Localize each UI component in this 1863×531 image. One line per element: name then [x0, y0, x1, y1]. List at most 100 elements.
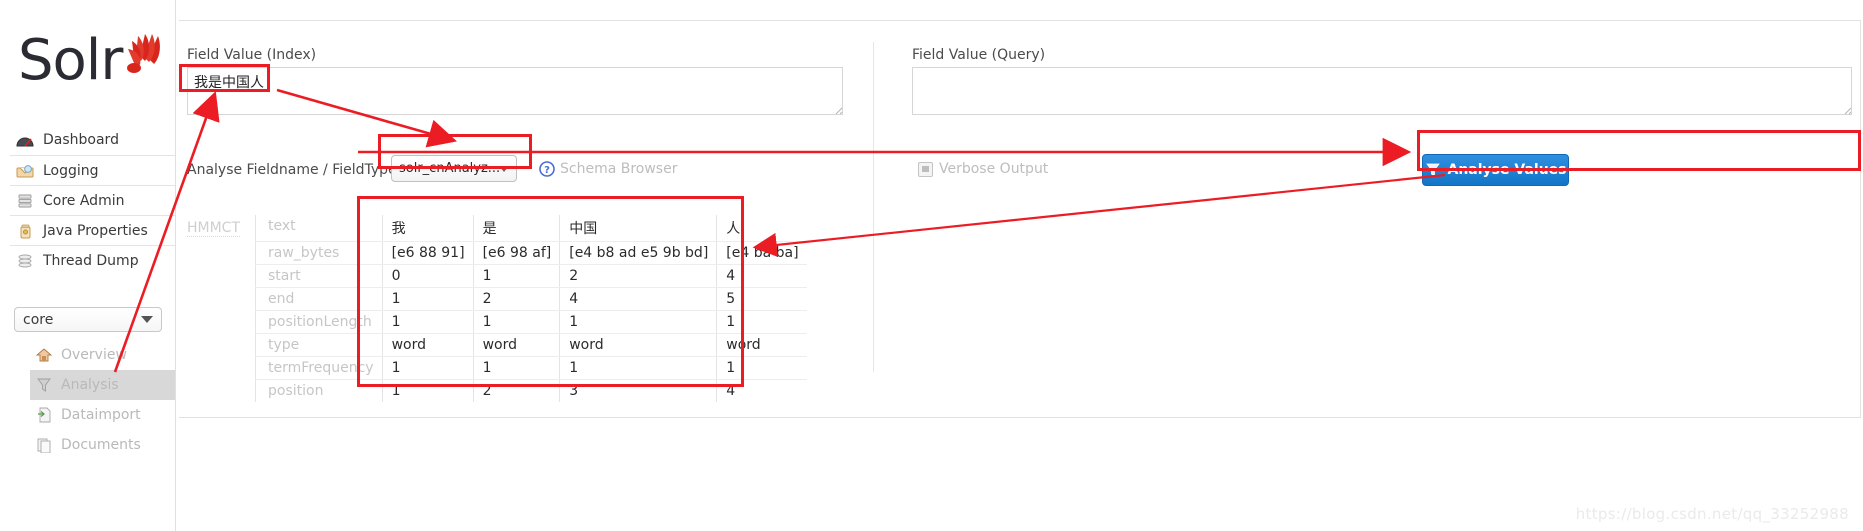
sidebar-item-dashboard[interactable]: Dashboard: [10, 125, 175, 155]
row-label: type: [255, 333, 383, 357]
table-row: termFrequency 1 1 1 1: [255, 356, 807, 380]
core-selector-value: core: [23, 311, 54, 328]
dashboard-gauge-icon: [14, 130, 36, 150]
fieldtype-value: solr_cnAnalyz...: [399, 161, 499, 176]
token-cell: word: [381, 333, 474, 357]
token-cell: 1: [381, 379, 474, 402]
token-cell: 2: [559, 264, 717, 288]
field-query-input[interactable]: [912, 67, 1852, 115]
row-label: text: [255, 215, 383, 242]
overview-home-icon: [34, 346, 54, 364]
token-cell: 1: [472, 310, 560, 334]
token-cell: [e6 98 af]: [472, 241, 560, 265]
token-cell: 1: [472, 264, 560, 288]
verbose-output-checkbox[interactable]: Verbose Output: [918, 161, 1048, 177]
dataimport-page-icon: [34, 406, 54, 424]
sidebar-item-core-admin[interactable]: Core Admin: [10, 185, 175, 215]
core-selector-dropdown[interactable]: core: [14, 307, 162, 332]
table-row: position 1 2 3 4: [256, 379, 807, 402]
token-cell: 1: [716, 356, 807, 380]
sidebar: Solr Dashboard Logging Core Admin Java P…: [0, 0, 175, 531]
sidebar-item-label: Java Properties: [43, 222, 148, 239]
token-cell: word: [716, 333, 807, 357]
token-cell: 1: [716, 310, 807, 334]
analyse-values-label: Analyse Values: [1447, 162, 1567, 178]
token-cell: 3: [559, 379, 717, 402]
java-properties-jar-icon: [14, 221, 36, 241]
analysis-funnel-icon: [34, 376, 54, 394]
sidebar-item-label: Logging: [43, 162, 99, 179]
funnel-icon: [1425, 163, 1440, 177]
sidebar-item-thread-dump[interactable]: Thread Dump: [10, 245, 175, 275]
token-cell: 4: [559, 287, 717, 311]
token-cell: 1: [381, 310, 474, 334]
row-label: positionLength: [255, 310, 383, 334]
table-row: raw_bytes [e6 88 91] [e6 98 af] [e4 b8 a…: [255, 241, 807, 265]
token-cell: 5: [716, 287, 807, 311]
analyzer-name-label[interactable]: HMMCT: [187, 220, 241, 237]
watermark-text: https://blog.csdn.net/qq_33252988: [1575, 505, 1849, 523]
analyse-fieldtype-label: Analyse Fieldname / FieldType:: [187, 162, 402, 178]
sidebar-item-java-properties[interactable]: Java Properties: [10, 215, 175, 245]
sidebar-item-label: Overview: [61, 347, 127, 363]
schema-browser-link[interactable]: ? Schema Browser: [539, 161, 677, 177]
token-cell: 2: [472, 287, 560, 311]
token-cell: [e4 b8 ad e5 9b bd]: [559, 241, 717, 265]
svg-text:?: ?: [544, 165, 550, 176]
token-cell: 1: [381, 287, 474, 311]
analysis-panel: Field Value (Index) Field Value (Query) …: [179, 20, 1861, 418]
fieldtype-dropdown[interactable]: solr_cnAnalyz...: [391, 155, 517, 182]
row-label: end: [255, 287, 383, 311]
token-cell: 中国: [559, 215, 717, 242]
sidebar-item-label: Dataimport: [61, 407, 141, 423]
token-cell: 1: [381, 356, 474, 380]
sidebar-item-label: Core Admin: [43, 192, 125, 209]
sidebar-item-overview[interactable]: Overview: [30, 340, 175, 370]
field-index-input[interactable]: [187, 67, 843, 115]
token-cell: [e4 ba ba]: [716, 241, 807, 265]
column-divider: [873, 42, 874, 372]
table-row: positionLength 1 1 1 1: [255, 310, 807, 334]
main-nav: Dashboard Logging Core Admin Java Proper…: [10, 125, 175, 275]
sidebar-item-logging[interactable]: Logging: [10, 155, 175, 185]
sidebar-item-documents[interactable]: Documents: [30, 430, 175, 460]
chevron-down-icon: [141, 316, 153, 323]
table-row: text 我 是 中国 人: [255, 215, 807, 242]
token-cell: 1: [472, 356, 560, 380]
token-cell: 1: [559, 310, 717, 334]
token-cell: 0: [381, 264, 474, 288]
core-admin-database-icon: [14, 191, 36, 211]
solr-burst-icon: [127, 34, 160, 73]
row-label: start: [255, 264, 383, 288]
token-cell: 人: [716, 215, 807, 242]
token-cell: 是: [472, 215, 560, 242]
row-label: raw_bytes: [255, 241, 383, 265]
checkbox-icon: [918, 161, 933, 177]
thread-dump-stack-icon: [14, 251, 36, 271]
verbose-output-label: Verbose Output: [939, 161, 1049, 177]
chevron-down-icon: [499, 165, 509, 172]
analyse-values-button[interactable]: Analyse Values: [1422, 154, 1569, 186]
field-index-label: Field Value (Index): [187, 47, 317, 63]
token-cell: word: [472, 333, 560, 357]
sidebar-item-label: Analysis: [61, 377, 119, 393]
token-cell: [e6 88 91]: [381, 241, 474, 265]
token-cell: 4: [716, 379, 807, 402]
sidebar-item-label: Documents: [61, 437, 141, 453]
solr-logo: Solr: [18, 30, 168, 105]
table-row: type word word word word: [255, 333, 807, 357]
token-cell: 2: [472, 379, 560, 402]
sidebar-item-label: Dashboard: [43, 132, 119, 148]
row-label: termFrequency: [255, 356, 383, 380]
question-mark-icon: ?: [539, 161, 555, 177]
token-cell: word: [559, 333, 717, 357]
token-cell: 1: [559, 356, 717, 380]
table-row: start 0 1 2 4: [255, 264, 807, 288]
sidebar-item-dataimport[interactable]: Dataimport: [30, 400, 175, 430]
documents-page-icon: [34, 436, 54, 454]
sidebar-item-label: Thread Dump: [43, 252, 139, 269]
table-row: end 1 2 4 5: [255, 287, 807, 311]
sidebar-item-analysis[interactable]: Analysis: [30, 370, 175, 400]
results-table-body: text 我 是 中国 人 raw_bytes [e6 88 91] [e6 9…: [255, 215, 807, 402]
row-label: position: [268, 383, 324, 399]
